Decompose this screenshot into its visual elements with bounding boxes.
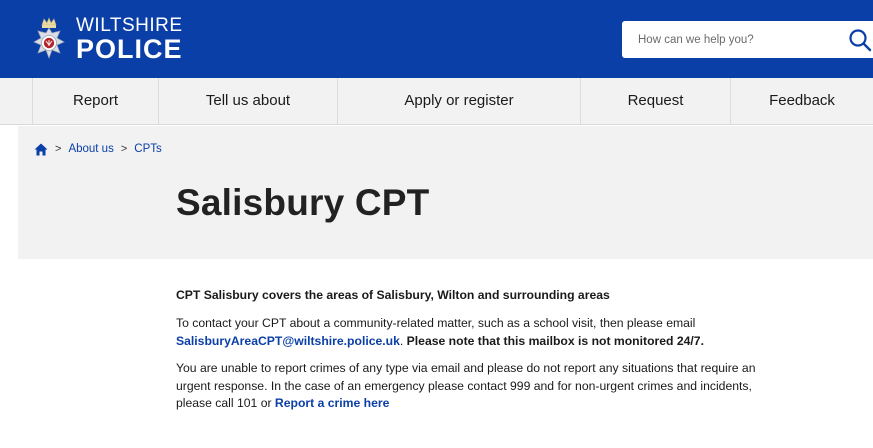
nav-item-report[interactable]: Report <box>33 78 158 124</box>
contact-paragraph: To contact your CPT about a community-re… <box>176 315 776 350</box>
police-crest-icon <box>33 17 65 59</box>
page-title: Salisbury CPT <box>176 182 430 223</box>
report-crime-link[interactable]: Report a crime here <box>275 396 389 410</box>
home-icon[interactable] <box>34 143 48 156</box>
search-button[interactable] <box>842 21 873 58</box>
breadcrumb-cpts[interactable]: CPTs <box>134 143 161 155</box>
breadcrumb-separator: > <box>120 143 128 155</box>
intro-text: CPT Salisbury covers the areas of Salisb… <box>176 288 610 302</box>
site-logo[interactable]: WILTSHIRE POLICE <box>30 13 183 65</box>
main-nav: Report Tell us about Apply or register R… <box>0 78 873 125</box>
nav-item-tell-us-about[interactable]: Tell us about <box>159 78 337 124</box>
nav-item-feedback[interactable]: Feedback <box>731 78 873 124</box>
contact-text-after: . <box>399 333 407 348</box>
search-box <box>622 21 873 58</box>
breadcrumb: > About us > CPTs <box>34 141 162 157</box>
emergency-text: You are unable to report crimes of any t… <box>176 361 756 411</box>
contact-text: To contact your CPT about a community-re… <box>176 316 696 331</box>
nav-item-request[interactable]: Request <box>581 78 730 124</box>
emergency-paragraph: You are unable to report crimes of any t… <box>176 360 776 412</box>
brand-name: WILTSHIRE POLICE <box>76 16 183 63</box>
cpt-email-link[interactable]: SalisburyAreaCPT@wiltshire.police.uk <box>176 334 400 348</box>
mailbox-notice: Please note that this mailbox is not mon… <box>406 333 704 348</box>
site-header: WILTSHIRE POLICE <box>0 0 873 78</box>
breadcrumb-separator: > <box>55 143 62 155</box>
breadcrumb-about-us[interactable]: About us <box>68 143 113 155</box>
page-content: CPT Salisbury covers the areas of Salisb… <box>176 287 776 422</box>
brand-bottom-text: POLICE <box>76 33 183 64</box>
brand-top-text: WILTSHIRE <box>76 14 183 36</box>
nav-item-apply-or-register[interactable]: Apply or register <box>338 78 580 124</box>
search-icon <box>849 29 872 52</box>
search-input[interactable] <box>622 21 832 58</box>
